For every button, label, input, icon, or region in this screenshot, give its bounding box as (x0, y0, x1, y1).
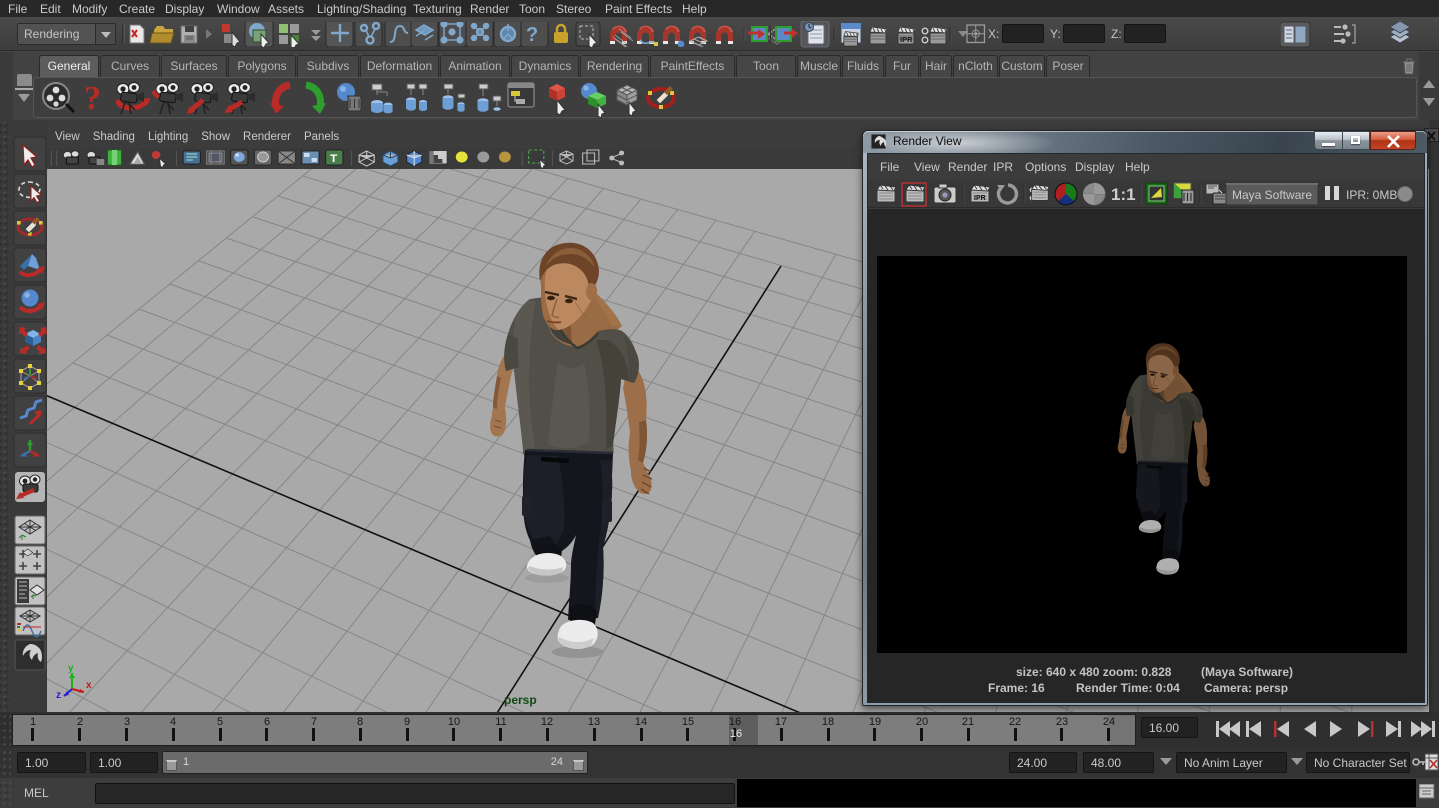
svg-text:11: 11 (495, 716, 506, 728)
svg-text:?: ? (526, 24, 538, 46)
svg-text:24: 24 (1103, 716, 1115, 728)
svg-text:8: 8 (357, 716, 363, 728)
svg-text:T: T (330, 153, 337, 165)
svg-text:20: 20 (916, 716, 928, 728)
svg-text:16: 16 (730, 728, 742, 740)
svg-text:5: 5 (217, 716, 223, 728)
svg-text:18: 18 (822, 716, 834, 728)
svg-text:x: x (86, 680, 92, 691)
svg-text:persp: persp (504, 693, 537, 707)
svg-text:IPR: IPR (974, 195, 986, 202)
svg-text:23: 23 (1056, 716, 1068, 728)
svg-text:12: 12 (541, 716, 553, 728)
svg-text:22: 22 (1009, 716, 1021, 728)
svg-text:1:1: 1:1 (1111, 185, 1136, 204)
svg-text:IPR: IPR (900, 35, 913, 44)
svg-text:7: 7 (311, 716, 317, 728)
svg-text:14: 14 (635, 716, 647, 728)
svg-text:19: 19 (869, 716, 881, 728)
svg-text:y: y (68, 663, 74, 674)
svg-text:15: 15 (682, 716, 694, 728)
svg-text:Maya Software: Maya Software (1232, 188, 1312, 202)
svg-text:17: 17 (775, 716, 787, 728)
svg-text:1: 1 (30, 716, 36, 728)
svg-text:13: 13 (588, 716, 600, 728)
svg-text:21: 21 (962, 716, 974, 728)
svg-text:16: 16 (729, 716, 741, 728)
svg-text:IPR: 0MB: IPR: 0MB (1346, 188, 1397, 202)
svg-text:?: ? (84, 80, 101, 117)
svg-text:3: 3 (124, 716, 130, 728)
svg-text:2: 2 (77, 716, 83, 728)
svg-text:9: 9 (404, 716, 410, 728)
svg-text:z: z (56, 690, 61, 701)
svg-text:4: 4 (170, 716, 176, 728)
svg-text:10: 10 (448, 716, 460, 728)
svg-text:6: 6 (264, 716, 270, 728)
